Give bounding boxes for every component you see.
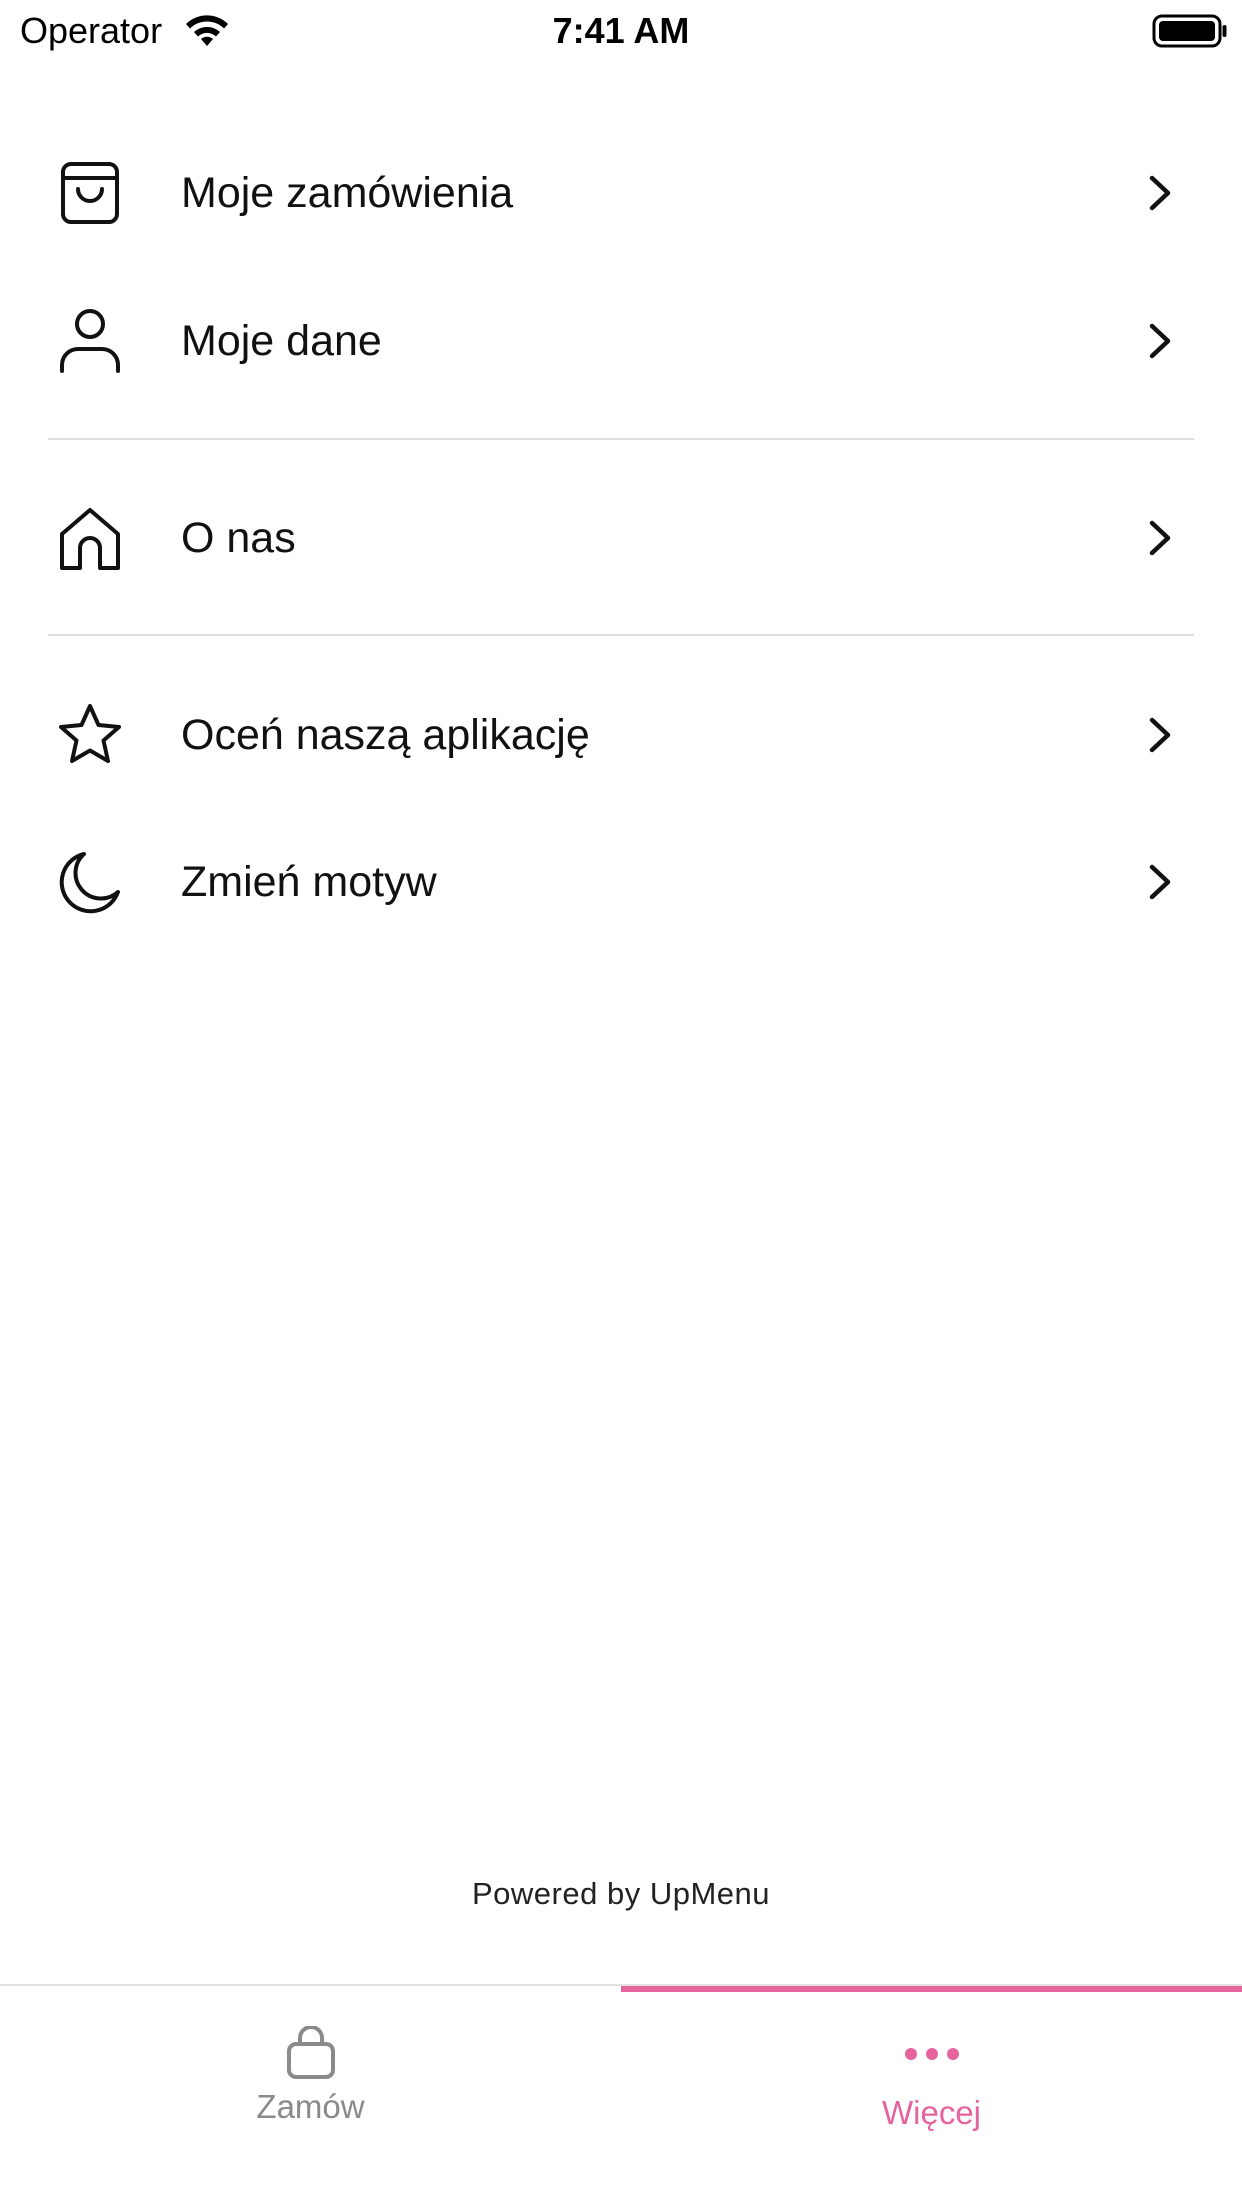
tab-more[interactable]: Więcej	[621, 1986, 1242, 2208]
menu-item-label: Oceń naszą aplikację	[181, 711, 590, 759]
chevron-right-icon	[1149, 520, 1171, 556]
powered-by-label: Powered by UpMenu	[472, 1876, 770, 1911]
screen: Operator 7:41 AM Moje zamówienia Moje da…	[0, 0, 1242, 2208]
status-bar: Operator 7:41 AM	[0, 0, 1242, 62]
more-dots-icon	[904, 2048, 959, 2060]
user-icon	[60, 309, 120, 373]
star-icon	[59, 704, 121, 763]
tab-order[interactable]: Zamów	[0, 1986, 621, 2208]
menu-item-rate-app[interactable]: Oceń naszą aplikację	[0, 661, 1242, 809]
battery-icon	[1152, 14, 1227, 48]
status-time: 7:41 AM	[552, 10, 690, 51]
bag-icon	[286, 2026, 335, 2079]
tab-label: Więcej	[881, 2094, 982, 2131]
menu-item-my-data[interactable]: Moje dane	[0, 267, 1242, 415]
active-tab-indicator	[621, 1986, 1242, 1992]
shopping-bag-icon	[61, 162, 119, 224]
chevron-right-icon	[1149, 864, 1171, 900]
menu-item-label: Moje dane	[181, 317, 382, 365]
chevron-right-icon	[1149, 175, 1171, 211]
menu-item-label: Moje zamówienia	[181, 169, 514, 217]
divider	[48, 438, 1194, 440]
divider	[48, 634, 1194, 636]
chevron-right-icon	[1149, 717, 1171, 753]
tab-label: Zamów	[256, 2088, 365, 2125]
moon-icon	[59, 852, 120, 914]
chevron-right-icon	[1149, 323, 1171, 359]
menu-item-my-orders[interactable]: Moje zamówienia	[0, 119, 1242, 267]
menu-item-about-us[interactable]: O nas	[0, 464, 1242, 612]
menu-item-label: O nas	[181, 514, 296, 562]
home-icon	[60, 508, 120, 570]
menu-item-change-theme[interactable]: Zmień motyw	[0, 808, 1242, 956]
tab-bar: Zamów Więcej	[0, 1984, 1242, 2208]
menu-item-label: Zmień motyw	[181, 858, 437, 906]
